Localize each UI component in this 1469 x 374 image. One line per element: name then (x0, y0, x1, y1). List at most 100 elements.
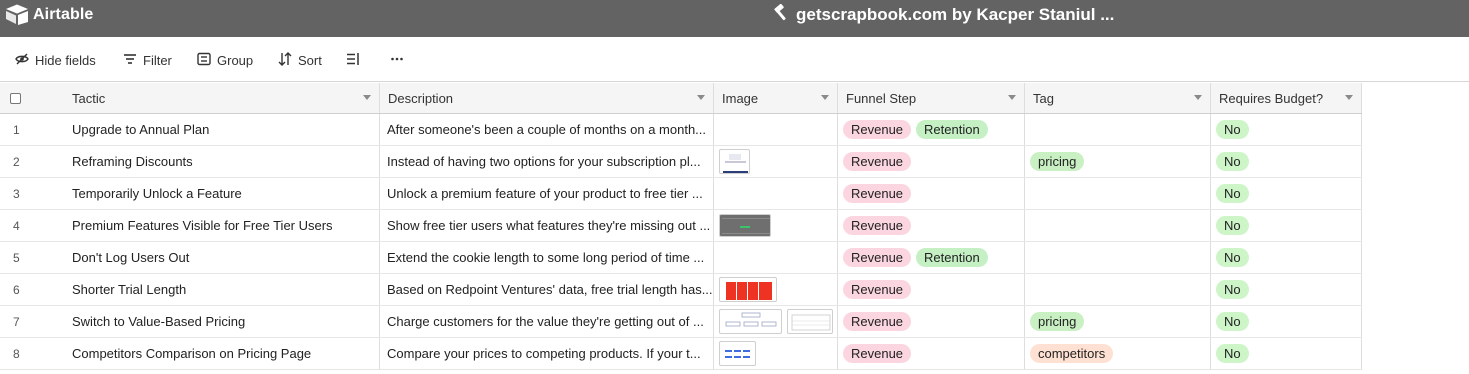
cell-requires-budget[interactable]: No (1211, 210, 1362, 241)
select-all-checkbox[interactable] (10, 92, 21, 104)
budget-pill: No (1216, 280, 1249, 299)
cell-funnel-step[interactable]: Revenue (838, 274, 1025, 305)
image-thumbnail[interactable] (719, 309, 782, 334)
sort-button[interactable]: Sort (278, 50, 322, 70)
cell-tag[interactable] (1025, 210, 1211, 241)
cell-image[interactable] (714, 146, 838, 177)
cell-requires-budget[interactable]: No (1211, 306, 1362, 337)
cell-requires-budget[interactable]: No (1211, 178, 1362, 209)
cell-description[interactable]: Extend the cookie length to some long pe… (380, 242, 714, 273)
chevron-down-icon[interactable] (1345, 95, 1353, 100)
cell-tactic[interactable]: Don't Log Users Out (64, 242, 380, 273)
column-header-description[interactable]: Description (380, 83, 714, 113)
table-row[interactable]: 5 Don't Log Users Out Extend the cookie le… (0, 242, 1362, 274)
chevron-down-icon[interactable] (821, 95, 829, 100)
column-header-funnel-step[interactable]: Funnel Step (838, 83, 1025, 113)
cell-requires-budget[interactable]: No (1211, 338, 1362, 369)
table-row[interactable]: 7 Switch to Value-Based Pricing Charge cus… (0, 306, 1362, 338)
cell-image[interactable] (714, 242, 838, 273)
cell-funnel-step[interactable]: Revenue (838, 178, 1025, 209)
cell-description[interactable]: Instead of having two options for your s… (380, 146, 714, 177)
hide-fields-button[interactable]: Hide fields (15, 50, 96, 70)
sort-icon (278, 51, 298, 69)
row-number: 8 (13, 346, 20, 361)
chevron-down-icon[interactable] (1008, 95, 1016, 100)
image-thumbnail[interactable] (787, 309, 833, 334)
column-header-label: Tactic (72, 90, 106, 106)
chevron-down-icon[interactable] (363, 95, 371, 100)
cell-tactic[interactable]: Upgrade to Annual Plan (64, 114, 380, 145)
table-row[interactable]: 4 Premium Features Visible for Free Tier … (0, 210, 1362, 242)
table-row[interactable]: 8 Competitors Comparison on Pricing Page C… (0, 338, 1362, 370)
tag-pill: pricing (1030, 152, 1085, 171)
row-height-button[interactable] (346, 50, 360, 70)
image-thumbnail[interactable] (719, 277, 777, 302)
chevron-down-icon[interactable] (697, 95, 705, 100)
column-header-image[interactable]: Image (714, 83, 838, 113)
cell-tactic[interactable]: Temporarily Unlock a Feature (64, 178, 380, 209)
image-thumbnail[interactable] (719, 214, 771, 237)
funnel-step-pill: Revenue (843, 312, 912, 331)
cell-tag[interactable]: pricing (1025, 146, 1211, 177)
brand[interactable]: Airtable (4, 4, 93, 26)
grid-header: Tactic Description Image Funnel Step Tag… (0, 83, 1362, 114)
cell-requires-budget[interactable]: No (1211, 274, 1362, 305)
more-button[interactable] (390, 50, 404, 70)
cell-funnel-step[interactable]: Revenue Retention (838, 114, 1025, 145)
group-button[interactable]: Group (197, 50, 253, 70)
filter-button[interactable]: Filter (123, 50, 172, 70)
cell-tag[interactable] (1025, 242, 1211, 273)
funnel-step-pill: Revenue (843, 120, 912, 139)
funnel-step-pill: Revenue (843, 248, 912, 267)
cell-description[interactable]: Compare your prices to competing product… (380, 338, 714, 369)
cell-description[interactable]: Charge customers for the value they're g… (380, 306, 714, 337)
cell-tactic[interactable]: Competitors Comparison on Pricing Page (64, 338, 380, 369)
cell-description[interactable]: Unlock a premium feature of your product… (380, 178, 714, 209)
column-header-requires-budget[interactable]: Requires Budget? (1211, 83, 1362, 113)
cell-description[interactable]: After someone's been a couple of months … (380, 114, 714, 145)
cell-image[interactable] (714, 114, 838, 145)
cell-image[interactable] (714, 306, 838, 337)
table-row[interactable]: 3 Temporarily Unlock a Feature Unlock a pr… (0, 178, 1362, 210)
cell-description[interactable]: Based on Redpoint Ventures' data, free t… (380, 274, 714, 305)
cell-requires-budget[interactable]: No (1211, 146, 1362, 177)
table-row[interactable]: 2 Reframing Discounts Instead of having tw… (0, 146, 1362, 178)
column-header-tactic[interactable]: Tactic (64, 83, 380, 113)
cell-tag[interactable] (1025, 274, 1211, 305)
cell-tactic[interactable]: Premium Features Visible for Free Tier U… (64, 210, 380, 241)
column-header-tag[interactable]: Tag (1025, 83, 1211, 113)
cell-requires-budget[interactable]: No (1211, 114, 1362, 145)
funnel-step-pill: Revenue (843, 344, 912, 363)
row-number: 7 (13, 314, 20, 329)
cell-funnel-step[interactable]: Revenue (838, 146, 1025, 177)
column-header-label: Description (388, 90, 454, 106)
cell-tag[interactable]: pricing (1025, 306, 1211, 337)
chevron-down-icon[interactable] (1194, 95, 1202, 100)
cell-requires-budget[interactable]: No (1211, 242, 1362, 273)
budget-pill: No (1216, 152, 1249, 171)
table-row[interactable]: 1 Upgrade to Annual Plan After someone's b… (0, 114, 1362, 146)
row-number: 2 (13, 154, 20, 169)
cell-tag[interactable] (1025, 178, 1211, 209)
cell-description[interactable]: Show free tier users what features they'… (380, 210, 714, 241)
cell-image[interactable] (714, 338, 838, 369)
cell-funnel-step[interactable]: Revenue (838, 306, 1025, 337)
cell-image[interactable] (714, 274, 838, 305)
funnel-step-pill: Revenue (843, 216, 912, 235)
budget-pill: No (1216, 184, 1249, 203)
base-title[interactable]: getscrapbook.com by Kacper Staniul ... (772, 3, 1114, 26)
cell-tag[interactable]: competitors (1025, 338, 1211, 369)
cell-tactic[interactable]: Shorter Trial Length (64, 274, 380, 305)
cell-funnel-step[interactable]: Revenue (838, 338, 1025, 369)
cell-image[interactable] (714, 178, 838, 209)
cell-tactic[interactable]: Reframing Discounts (64, 146, 380, 177)
image-thumbnail[interactable] (719, 341, 756, 366)
cell-funnel-step[interactable]: Revenue (838, 210, 1025, 241)
image-thumbnail[interactable] (719, 149, 750, 174)
cell-funnel-step[interactable]: Revenue Retention (838, 242, 1025, 273)
table-row[interactable]: 6 Shorter Trial Length Based on Redpoint V… (0, 274, 1362, 306)
cell-image[interactable] (714, 210, 838, 241)
cell-tag[interactable] (1025, 114, 1211, 145)
column-header-label: Funnel Step (846, 90, 917, 106)
cell-tactic[interactable]: Switch to Value-Based Pricing (64, 306, 380, 337)
